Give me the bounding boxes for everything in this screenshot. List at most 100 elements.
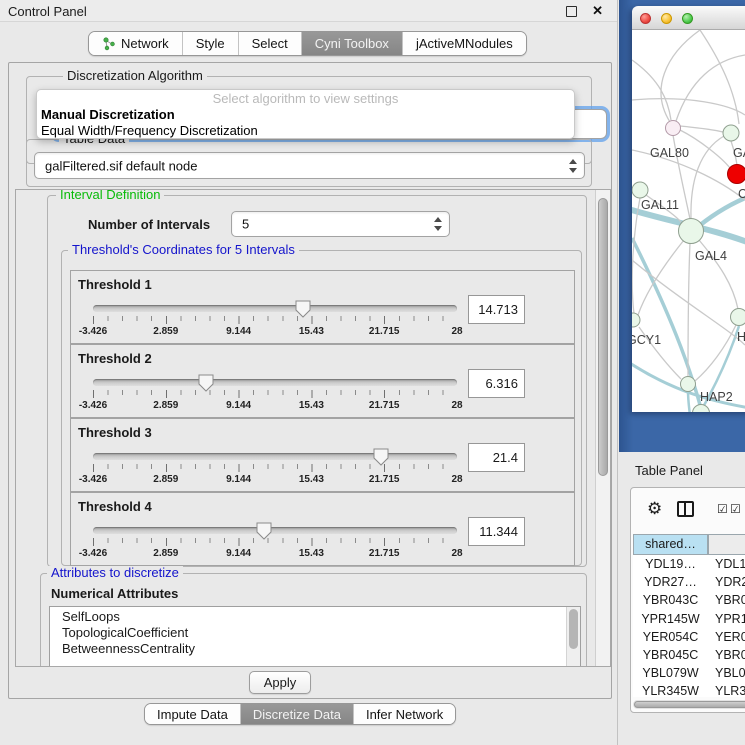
tab-network-label: Network (121, 36, 169, 51)
algorithm-option-manual[interactable]: Manual Discretization (37, 107, 574, 123)
threshold-panel-2: Threshold 2 -3.4262.8599.14415.4321.7152… (70, 344, 575, 418)
settings-scrollbar-thumb[interactable] (598, 198, 608, 476)
network-icon (102, 37, 116, 51)
node-gcy1 (632, 313, 640, 327)
table-row[interactable]: YER054CYER0 (633, 628, 745, 646)
threshold-2-value-field[interactable]: 6.316 (468, 369, 525, 398)
node-h (731, 309, 745, 326)
node-label: H (737, 330, 745, 344)
table-row[interactable]: YDR27…YDR2 (633, 573, 745, 591)
column-header-shared-name[interactable]: shared… (633, 534, 708, 555)
node-bottom-partial (693, 405, 710, 413)
minimize-traffic-icon[interactable] (661, 13, 672, 24)
numerical-attributes-label: Numerical Attributes (51, 586, 178, 601)
close-icon[interactable]: ✕ (592, 3, 603, 19)
interval-definition-title: Interval Definition (56, 189, 164, 202)
bottom-tab-bar: Impute Data Discretize Data Infer Networ… (144, 703, 456, 725)
table-horizontal-scrollbar (633, 700, 745, 709)
column-header-name[interactable]: na (708, 534, 745, 555)
node-label: HAP2 (700, 390, 733, 404)
tab-cyni-toolbox[interactable]: Cyni Toolbox (301, 32, 402, 55)
node-label: GAL80 (650, 146, 689, 160)
node-label: C (738, 187, 745, 201)
table-row[interactable]: YBR043CYBR0 (633, 591, 745, 609)
list-item[interactable]: SelfLoops (50, 607, 580, 625)
threshold-1-slider-track[interactable] (93, 305, 457, 312)
split-columns-icon[interactable] (677, 501, 694, 517)
tab-infer-network[interactable]: Infer Network (353, 704, 455, 724)
close-traffic-icon[interactable] (640, 13, 651, 24)
numerical-attributes-list: SelfLoops TopologicalCoefficient Between… (49, 606, 581, 667)
network-graph: GAL80 GA GAL11 C GAL4 GCY1 H HAP2 (632, 30, 745, 412)
threshold-panel-3: Threshold 3 -3.4262.8599.14415.4321.7152… (70, 418, 575, 492)
algorithm-option-equal-width[interactable]: Equal Width/Frequency Discretization (37, 123, 574, 139)
table-header-row: shared… na (633, 534, 745, 555)
list-item[interactable]: BetweennessCentrality (50, 641, 580, 657)
table-panel: Table Panel ⚙ ☑ ☑ shared… na YDL19…YDL1 … (619, 452, 745, 745)
node-gal4 (679, 219, 704, 244)
cyni-content-panel: Discretization Algorithm Select algorith… (8, 62, 612, 699)
table-horizontal-scrollbar-thumb[interactable] (634, 701, 745, 708)
threshold-4-axis: -3.4262.8599.14415.4321.71528 (93, 548, 457, 560)
tab-discretize-data[interactable]: Discretize Data (240, 704, 353, 724)
node-gal11 (632, 182, 648, 198)
threshold-3-axis: -3.4262.8599.14415.4321.71528 (93, 474, 457, 486)
table-row[interactable]: YLR345WYLR3 (633, 682, 745, 697)
table-panel-window: ⚙ ☑ ☑ shared… na YDL19…YDL1 YDR27…YDR2 Y… (630, 487, 745, 713)
checkbox-icon[interactable]: ☑ (717, 502, 728, 516)
num-intervals-value: 5 (242, 217, 249, 232)
threshold-3-slider-track[interactable] (93, 453, 457, 460)
tab-impute-data[interactable]: Impute Data (145, 704, 240, 724)
list-scrollbar-thumb[interactable] (569, 609, 578, 649)
tab-network[interactable]: Network (89, 32, 182, 55)
num-intervals-combobox[interactable]: 5 (231, 211, 450, 237)
gear-icon[interactable]: ⚙ (647, 499, 662, 519)
network-canvas[interactable]: GAL80 GA GAL11 C GAL4 GCY1 H HAP2 (632, 30, 745, 412)
table-body: YDL19…YDL1 YDR27…YDR2 YBR043CYBR0 YPR145… (633, 555, 745, 697)
threshold-4-slider-track[interactable] (93, 527, 457, 534)
zoom-traffic-icon[interactable] (682, 13, 693, 24)
stepper-icon (434, 217, 443, 231)
node-hap2 (681, 377, 696, 392)
table-toolbar: ⚙ ☑ ☑ (631, 488, 745, 532)
tab-style[interactable]: Style (182, 32, 238, 55)
network-view-window: GAL80 GA GAL11 C GAL4 GCY1 H HAP2 (632, 6, 745, 412)
float-window-icon[interactable] (566, 6, 577, 17)
control-panel-titlebar: Control Panel ✕ (0, 0, 617, 22)
node-label: GA (733, 146, 745, 160)
table-row[interactable]: YDL19…YDL1 (633, 555, 745, 573)
num-intervals-label: Number of Intervals (88, 217, 210, 232)
discretization-algorithm-title: Discretization Algorithm (63, 69, 207, 83)
attributes-group-title: Attributes to discretize (47, 566, 183, 580)
threshold-2-axis: -3.4262.8599.14415.4321.71528 (93, 400, 457, 412)
threshold-3-value-field[interactable]: 21.4 (468, 443, 525, 472)
table-data-combobox[interactable]: galFiltered.sif default node (34, 152, 585, 179)
algorithm-dropdown-popup: Select algorithm to view settings Manual… (36, 89, 575, 139)
table-row[interactable]: YBR045CYBR0 (633, 646, 745, 664)
list-scrollbar (566, 607, 580, 667)
thresholds-group: Threshold's Coordinates for 5 Intervals … (61, 250, 582, 566)
threshold-2-slider-track[interactable] (93, 379, 457, 386)
settings-scrollbar (595, 190, 610, 666)
table-row[interactable]: YBL079WYBL0 (633, 664, 745, 682)
node-label: GAL4 (695, 249, 727, 263)
checkbox-icon[interactable]: ☑ (730, 502, 741, 516)
control-panel: Control Panel ✕ Network Style Select Cyn… (0, 0, 618, 745)
threshold-panel-4: Threshold 4 -3.4262.8599.14415.4321.7152… (70, 492, 575, 566)
stepper-icon (569, 159, 578, 173)
tab-jactivemnodules[interactable]: jActiveMNodules (402, 32, 526, 55)
network-window-titlebar (632, 6, 745, 30)
threshold-4-value-field[interactable]: 11.344 (468, 517, 525, 546)
network-desktop-area: GAL80 GA GAL11 C GAL4 GCY1 H HAP2 (619, 0, 745, 452)
node-top-right (723, 125, 739, 141)
panel-title: Control Panel (8, 4, 87, 19)
table-row[interactable]: YPR145WYPR1 (633, 610, 745, 628)
tab-select[interactable]: Select (238, 32, 301, 55)
node-label: GAL11 (641, 198, 679, 212)
threshold-1-value-field[interactable]: 14.713 (468, 295, 525, 324)
apply-button[interactable]: Apply (249, 671, 311, 694)
thresholds-group-title: Threshold's Coordinates for 5 Intervals (68, 243, 299, 257)
settings-scrollpane: Interval Definition Number of Intervals … (15, 189, 611, 667)
table-panel-title: Table Panel (635, 463, 703, 478)
list-item[interactable]: TopologicalCoefficient (50, 625, 580, 641)
